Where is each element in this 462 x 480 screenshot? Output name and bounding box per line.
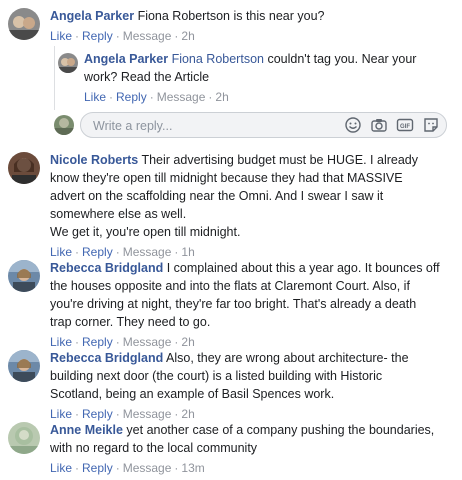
message-link[interactable]: Message [123,461,172,475]
message-link[interactable]: Message [123,29,172,43]
comment-actions: Like · Reply · Message · 13m [50,461,205,475]
svg-text:GIF: GIF [400,124,410,130]
comment-text-line: building next door (the court) is a list… [50,369,383,383]
message-link[interactable]: Message [157,90,206,104]
reply-link[interactable]: Reply [82,407,113,421]
comment-text-line: trap corner. They need to go. [50,315,211,329]
like-link[interactable]: Like [50,245,72,259]
avatar[interactable] [8,8,40,40]
timestamp[interactable]: 13m [181,461,204,475]
reply-link[interactable]: Reply [82,29,113,43]
like-link[interactable]: Like [50,461,72,475]
sticker-icon[interactable] [422,116,440,134]
comment-text: yet another case of a company pushing th… [126,423,435,437]
comment-actions: Like · Reply · Message · 2h [84,90,229,104]
comment-author[interactable]: Angela Parker [50,9,134,23]
emoji-icon[interactable] [344,116,362,134]
message-link[interactable]: Message [123,245,172,259]
timestamp[interactable]: 2h [181,29,194,43]
comment-author[interactable]: Angela Parker [84,52,168,66]
comment-text-line: you're driving at night, they're far too… [50,297,417,311]
comment-text-line: We get it, you're open till midnight. [50,225,241,239]
like-link[interactable]: Like [50,29,72,43]
comment-text-line: with no regard to the local community [50,441,258,455]
message-link[interactable]: Message [123,335,172,349]
camera-icon[interactable] [370,116,388,134]
avatar[interactable] [8,350,40,382]
comment-author[interactable]: Rebecca Bridgland [50,261,163,275]
reply-link[interactable]: Reply [82,461,113,475]
timestamp[interactable]: 1h [181,245,194,259]
avatar[interactable] [8,152,40,184]
comment-author[interactable]: Rebecca Bridgland [50,351,163,365]
comment-text-line: work? Read the Article [84,70,210,84]
avatar [54,115,74,135]
comment-actions: Like · Reply · Message · 2h [50,29,195,43]
reply-box: GIF [80,112,447,139]
comment-thread: Angela Parker Fiona Robertson is this ne… [0,0,462,480]
avatar[interactable] [58,53,78,73]
comment-text: Fiona Robertson is this near you? [137,9,325,23]
like-link[interactable]: Like [84,90,106,104]
comment-author[interactable]: Anne Meikle [50,423,123,437]
comment-author[interactable]: Nicole Roberts [50,153,138,167]
reply-link[interactable]: Reply [116,90,147,104]
reply-input[interactable] [91,113,305,139]
like-link[interactable]: Like [50,335,72,349]
gif-icon[interactable]: GIF [396,116,414,134]
comment-text-line: advert on the scaffolding near the Omni.… [50,189,384,203]
reply-icons: GIF [344,116,440,134]
comment-text: I complained about this a year ago. It b… [166,261,440,275]
comment-text-line: the houses opposite and into the flats a… [50,279,410,293]
timestamp[interactable]: 2h [181,335,194,349]
comment-text: couldn't tag you. Near your [267,52,417,66]
comment-text: Also, they are wrong about architecture-… [166,351,409,365]
comment-text-line: Scotland, being an example of Basil Spen… [50,387,335,401]
reply-link[interactable]: Reply [82,245,113,259]
message-link[interactable]: Message [123,407,172,421]
avatar[interactable] [8,260,40,292]
comment-text-line: somewhere else as well. [50,207,187,221]
tagged-user[interactable]: Fiona Robertson [172,52,264,66]
comment-text: Their advertising budget must be HUGE. I… [141,153,418,167]
comment-text-line: know they're open till midnight because … [50,171,403,185]
avatar[interactable] [8,422,40,454]
timestamp[interactable]: 2h [215,90,228,104]
thread-line [54,46,55,110]
reply-link[interactable]: Reply [82,335,113,349]
timestamp[interactable]: 2h [181,407,194,421]
like-link[interactable]: Like [50,407,72,421]
